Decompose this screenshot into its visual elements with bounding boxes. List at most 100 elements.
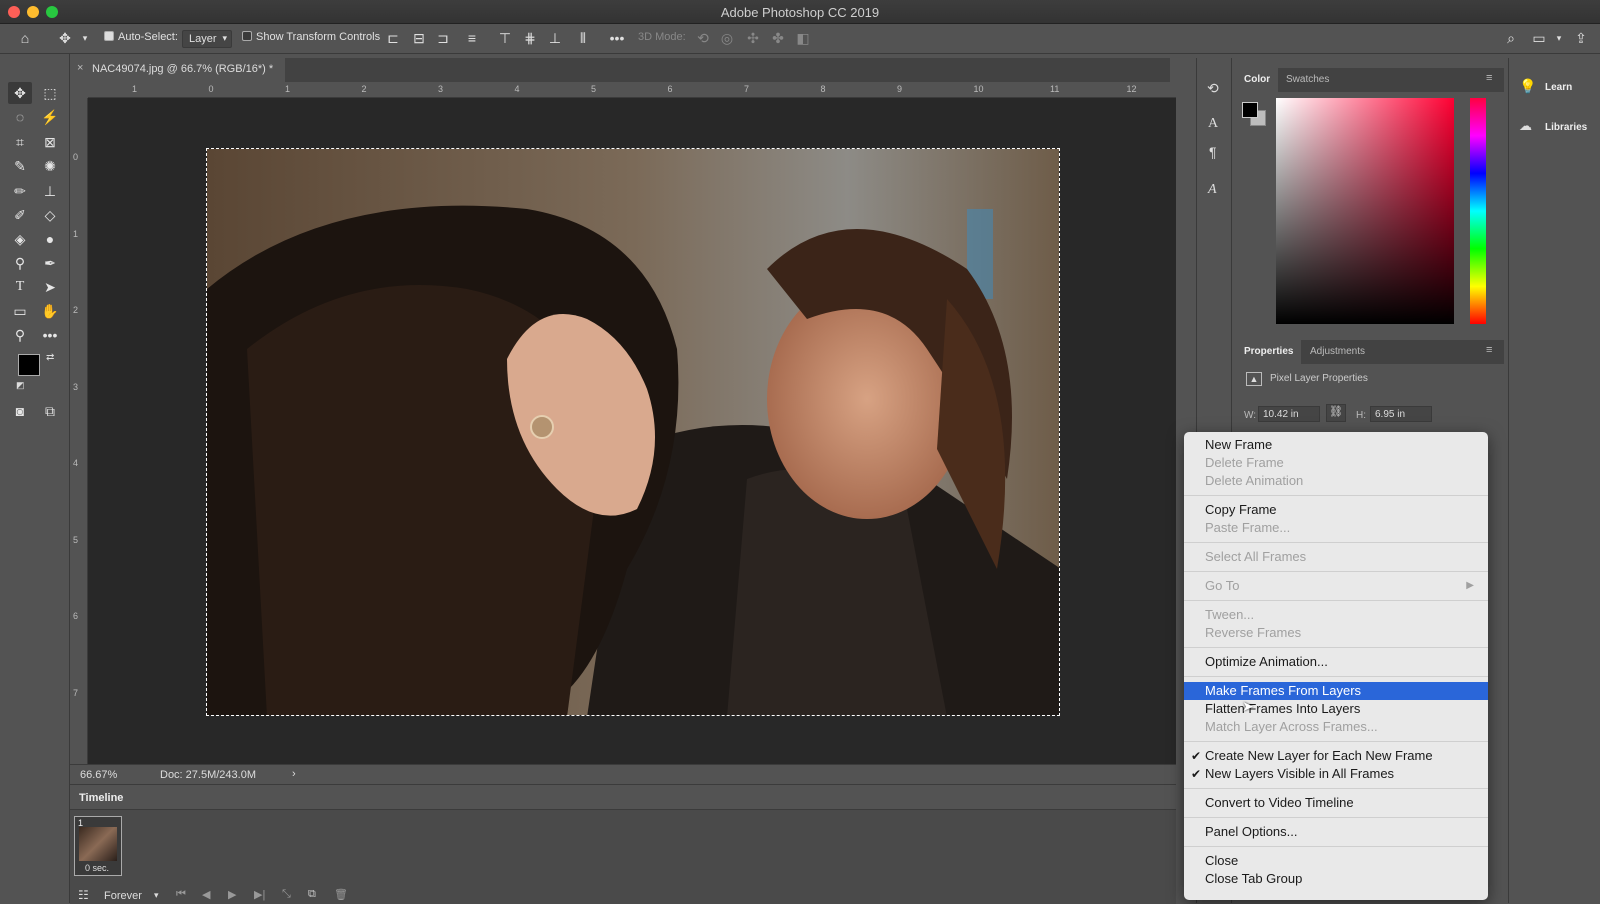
distribute-vertical-icon[interactable]: ⦀ bbox=[574, 29, 592, 47]
width-field[interactable]: 10.42 in bbox=[1258, 406, 1320, 422]
menu-item-new-frame[interactable]: New Frame bbox=[1184, 436, 1488, 454]
trash-icon[interactable]: 🗑 bbox=[334, 888, 348, 901]
menu-item-new-layers-visible[interactable]: ✔ New Layers Visible in All Frames bbox=[1184, 765, 1488, 783]
distribute-icon[interactable]: ≡ bbox=[463, 29, 481, 47]
path-selection-tool-icon[interactable]: ➤ bbox=[38, 276, 62, 298]
pen-tool-icon[interactable]: ✒ bbox=[38, 252, 62, 274]
orbit-3d-icon[interactable]: ⟲ bbox=[694, 29, 712, 47]
frame-delay[interactable]: 0 sec. bbox=[85, 863, 109, 873]
menu-item-delete-animation[interactable]: Delete Animation bbox=[1184, 472, 1488, 490]
search-icon[interactable]: ⌕ bbox=[1502, 29, 1520, 47]
menu-item-close-tab-group[interactable]: Close Tab Group bbox=[1184, 870, 1488, 888]
auto-select-checkbox[interactable]: Auto-Select: bbox=[104, 31, 178, 43]
menu-item-create-new-layer[interactable]: ✔ Create New Layer for Each New Frame bbox=[1184, 747, 1488, 765]
camera-3d-icon[interactable]: ◧ bbox=[794, 29, 812, 47]
move-tool-icon[interactable]: ✥ bbox=[56, 29, 74, 47]
character-icon[interactable]: A bbox=[1208, 116, 1218, 132]
more-tools-icon[interactable]: ••• bbox=[38, 324, 62, 346]
share-icon[interactable]: ⇪ bbox=[1572, 29, 1590, 47]
color-picker-field[interactable] bbox=[1276, 98, 1454, 324]
hand-tool-icon[interactable]: ✋ bbox=[38, 300, 62, 322]
height-field[interactable]: 6.95 in bbox=[1370, 406, 1432, 422]
crop-tool-icon[interactable]: ⌗ bbox=[8, 131, 32, 153]
menu-item-go-to[interactable]: Go To ▶ bbox=[1184, 577, 1488, 595]
align-center-icon[interactable]: ⊟ bbox=[410, 29, 428, 47]
marquee-tool-icon[interactable]: ⬚ bbox=[38, 82, 62, 104]
menu-item-optimize-animation[interactable]: Optimize Animation... bbox=[1184, 653, 1488, 671]
history-icon[interactable]: ⟲ bbox=[1207, 80, 1219, 97]
tab-properties[interactable]: Properties bbox=[1236, 340, 1302, 364]
stamp-tool-icon[interactable]: ⊥ bbox=[38, 180, 62, 202]
chevron-down-icon[interactable]: ▾ bbox=[154, 890, 159, 901]
panel-menu-icon[interactable]: ≡ bbox=[1486, 72, 1492, 84]
align-right-icon[interactable]: ⊐ bbox=[434, 29, 452, 47]
lasso-tool-icon[interactable]: ◌ bbox=[8, 106, 32, 128]
type-tool-icon[interactable]: T bbox=[8, 276, 32, 298]
chevron-down-icon[interactable]: ▾ bbox=[76, 29, 94, 47]
dodge-tool-icon[interactable]: ⚲ bbox=[8, 252, 32, 274]
duplicate-frame-icon[interactable]: ⧉ bbox=[308, 888, 316, 901]
menu-item-paste-frame[interactable]: Paste Frame... bbox=[1184, 519, 1488, 537]
eraser-tool-icon[interactable]: ◇ bbox=[38, 204, 62, 226]
animation-frame[interactable]: 1 0 sec. bbox=[74, 816, 122, 876]
blur-tool-icon[interactable]: ● bbox=[38, 228, 62, 250]
learn-button[interactable]: Learn bbox=[1545, 82, 1572, 93]
tab-swatches[interactable]: Swatches bbox=[1278, 68, 1337, 92]
chevron-down-icon[interactable]: ▾ bbox=[1550, 29, 1568, 47]
document-tab[interactable]: × NAC49074.jpg @ 66.7% (RGB/16*) * bbox=[70, 58, 286, 82]
hue-slider[interactable] bbox=[1470, 98, 1486, 324]
link-icon[interactable]: ⛓ bbox=[1326, 404, 1346, 422]
menu-item-match-layer[interactable]: Match Layer Across Frames... bbox=[1184, 718, 1488, 736]
timeline-tab[interactable]: Timeline bbox=[70, 785, 130, 809]
screen-mode-icon[interactable]: ⧉ bbox=[38, 400, 62, 422]
show-transform-checkbox[interactable]: Show Transform Controls bbox=[242, 31, 380, 43]
menu-item-flatten-frames[interactable]: Flatten Frames Into Layers bbox=[1184, 700, 1488, 718]
default-colors-icon[interactable]: ◩ bbox=[16, 380, 25, 391]
document-image[interactable] bbox=[206, 148, 1060, 716]
loop-dropdown[interactable]: Forever bbox=[104, 890, 142, 902]
align-middle-icon[interactable]: ⋕ bbox=[521, 29, 539, 47]
glyphs-icon[interactable]: A bbox=[1208, 182, 1217, 198]
previous-frame-icon[interactable]: ◀ bbox=[202, 888, 210, 901]
panel-menu-icon[interactable]: ≡ bbox=[1486, 344, 1492, 356]
home-icon[interactable]: ⌂ bbox=[16, 29, 34, 47]
menu-item-make-frames-from-layers[interactable]: Make Frames From Layers bbox=[1184, 682, 1488, 700]
rectangle-tool-icon[interactable]: ▭ bbox=[8, 300, 32, 322]
align-bottom-icon[interactable]: ⊥ bbox=[546, 29, 564, 47]
menu-item-close[interactable]: Close bbox=[1184, 852, 1488, 870]
zoom-tool-icon[interactable]: ⚲ bbox=[8, 324, 32, 346]
zoom-level[interactable]: 66.67% bbox=[80, 769, 117, 781]
slide-3d-icon[interactable]: ✤ bbox=[769, 29, 787, 47]
brush-tool-icon[interactable]: ✏ bbox=[8, 180, 32, 202]
magic-wand-tool-icon[interactable]: ⚡ bbox=[38, 106, 62, 128]
tween-icon[interactable]: ⤡ bbox=[282, 888, 291, 901]
frame-tool-icon[interactable]: ⊠ bbox=[38, 131, 62, 153]
more-options-icon[interactable]: ••• bbox=[608, 29, 626, 47]
next-frame-icon[interactable]: ▶| bbox=[254, 888, 265, 901]
roll-3d-icon[interactable]: ◎ bbox=[718, 29, 736, 47]
menu-item-copy-frame[interactable]: Copy Frame bbox=[1184, 501, 1488, 519]
libraries-button[interactable]: Libraries bbox=[1545, 122, 1587, 133]
healing-brush-tool-icon[interactable]: ✺ bbox=[38, 155, 62, 177]
paragraph-icon[interactable]: ¶ bbox=[1209, 144, 1217, 160]
align-top-icon[interactable]: ⊤ bbox=[496, 29, 514, 47]
convert-icon[interactable]: ☷ bbox=[78, 888, 89, 902]
swap-colors-icon[interactable]: ⇄ bbox=[46, 352, 54, 363]
foreground-color-swatch[interactable] bbox=[1242, 102, 1258, 118]
quick-mask-icon[interactable]: ◙ bbox=[8, 400, 32, 422]
close-icon[interactable]: × bbox=[77, 62, 83, 74]
menu-item-delete-frame[interactable]: Delete Frame bbox=[1184, 454, 1488, 472]
menu-item-select-all-frames[interactable]: Select All Frames bbox=[1184, 548, 1488, 566]
tab-adjustments[interactable]: Adjustments bbox=[1302, 340, 1373, 364]
menu-item-convert-video-timeline[interactable]: Convert to Video Timeline bbox=[1184, 794, 1488, 812]
chevron-right-icon[interactable]: › bbox=[292, 768, 296, 780]
menu-item-reverse-frames[interactable]: Reverse Frames bbox=[1184, 624, 1488, 642]
tab-color[interactable]: Color bbox=[1236, 68, 1279, 92]
history-brush-tool-icon[interactable]: ✐ bbox=[8, 204, 32, 226]
paint-bucket-tool-icon[interactable]: ◈ bbox=[8, 228, 32, 250]
auto-select-dropdown[interactable]: Layer ▾ bbox=[182, 30, 232, 48]
play-icon[interactable]: ▶ bbox=[228, 888, 236, 901]
pan-3d-icon[interactable]: ✣ bbox=[744, 29, 762, 47]
foreground-color-swatch[interactable] bbox=[18, 354, 40, 376]
move-tool-icon[interactable]: ✥ bbox=[8, 82, 32, 104]
